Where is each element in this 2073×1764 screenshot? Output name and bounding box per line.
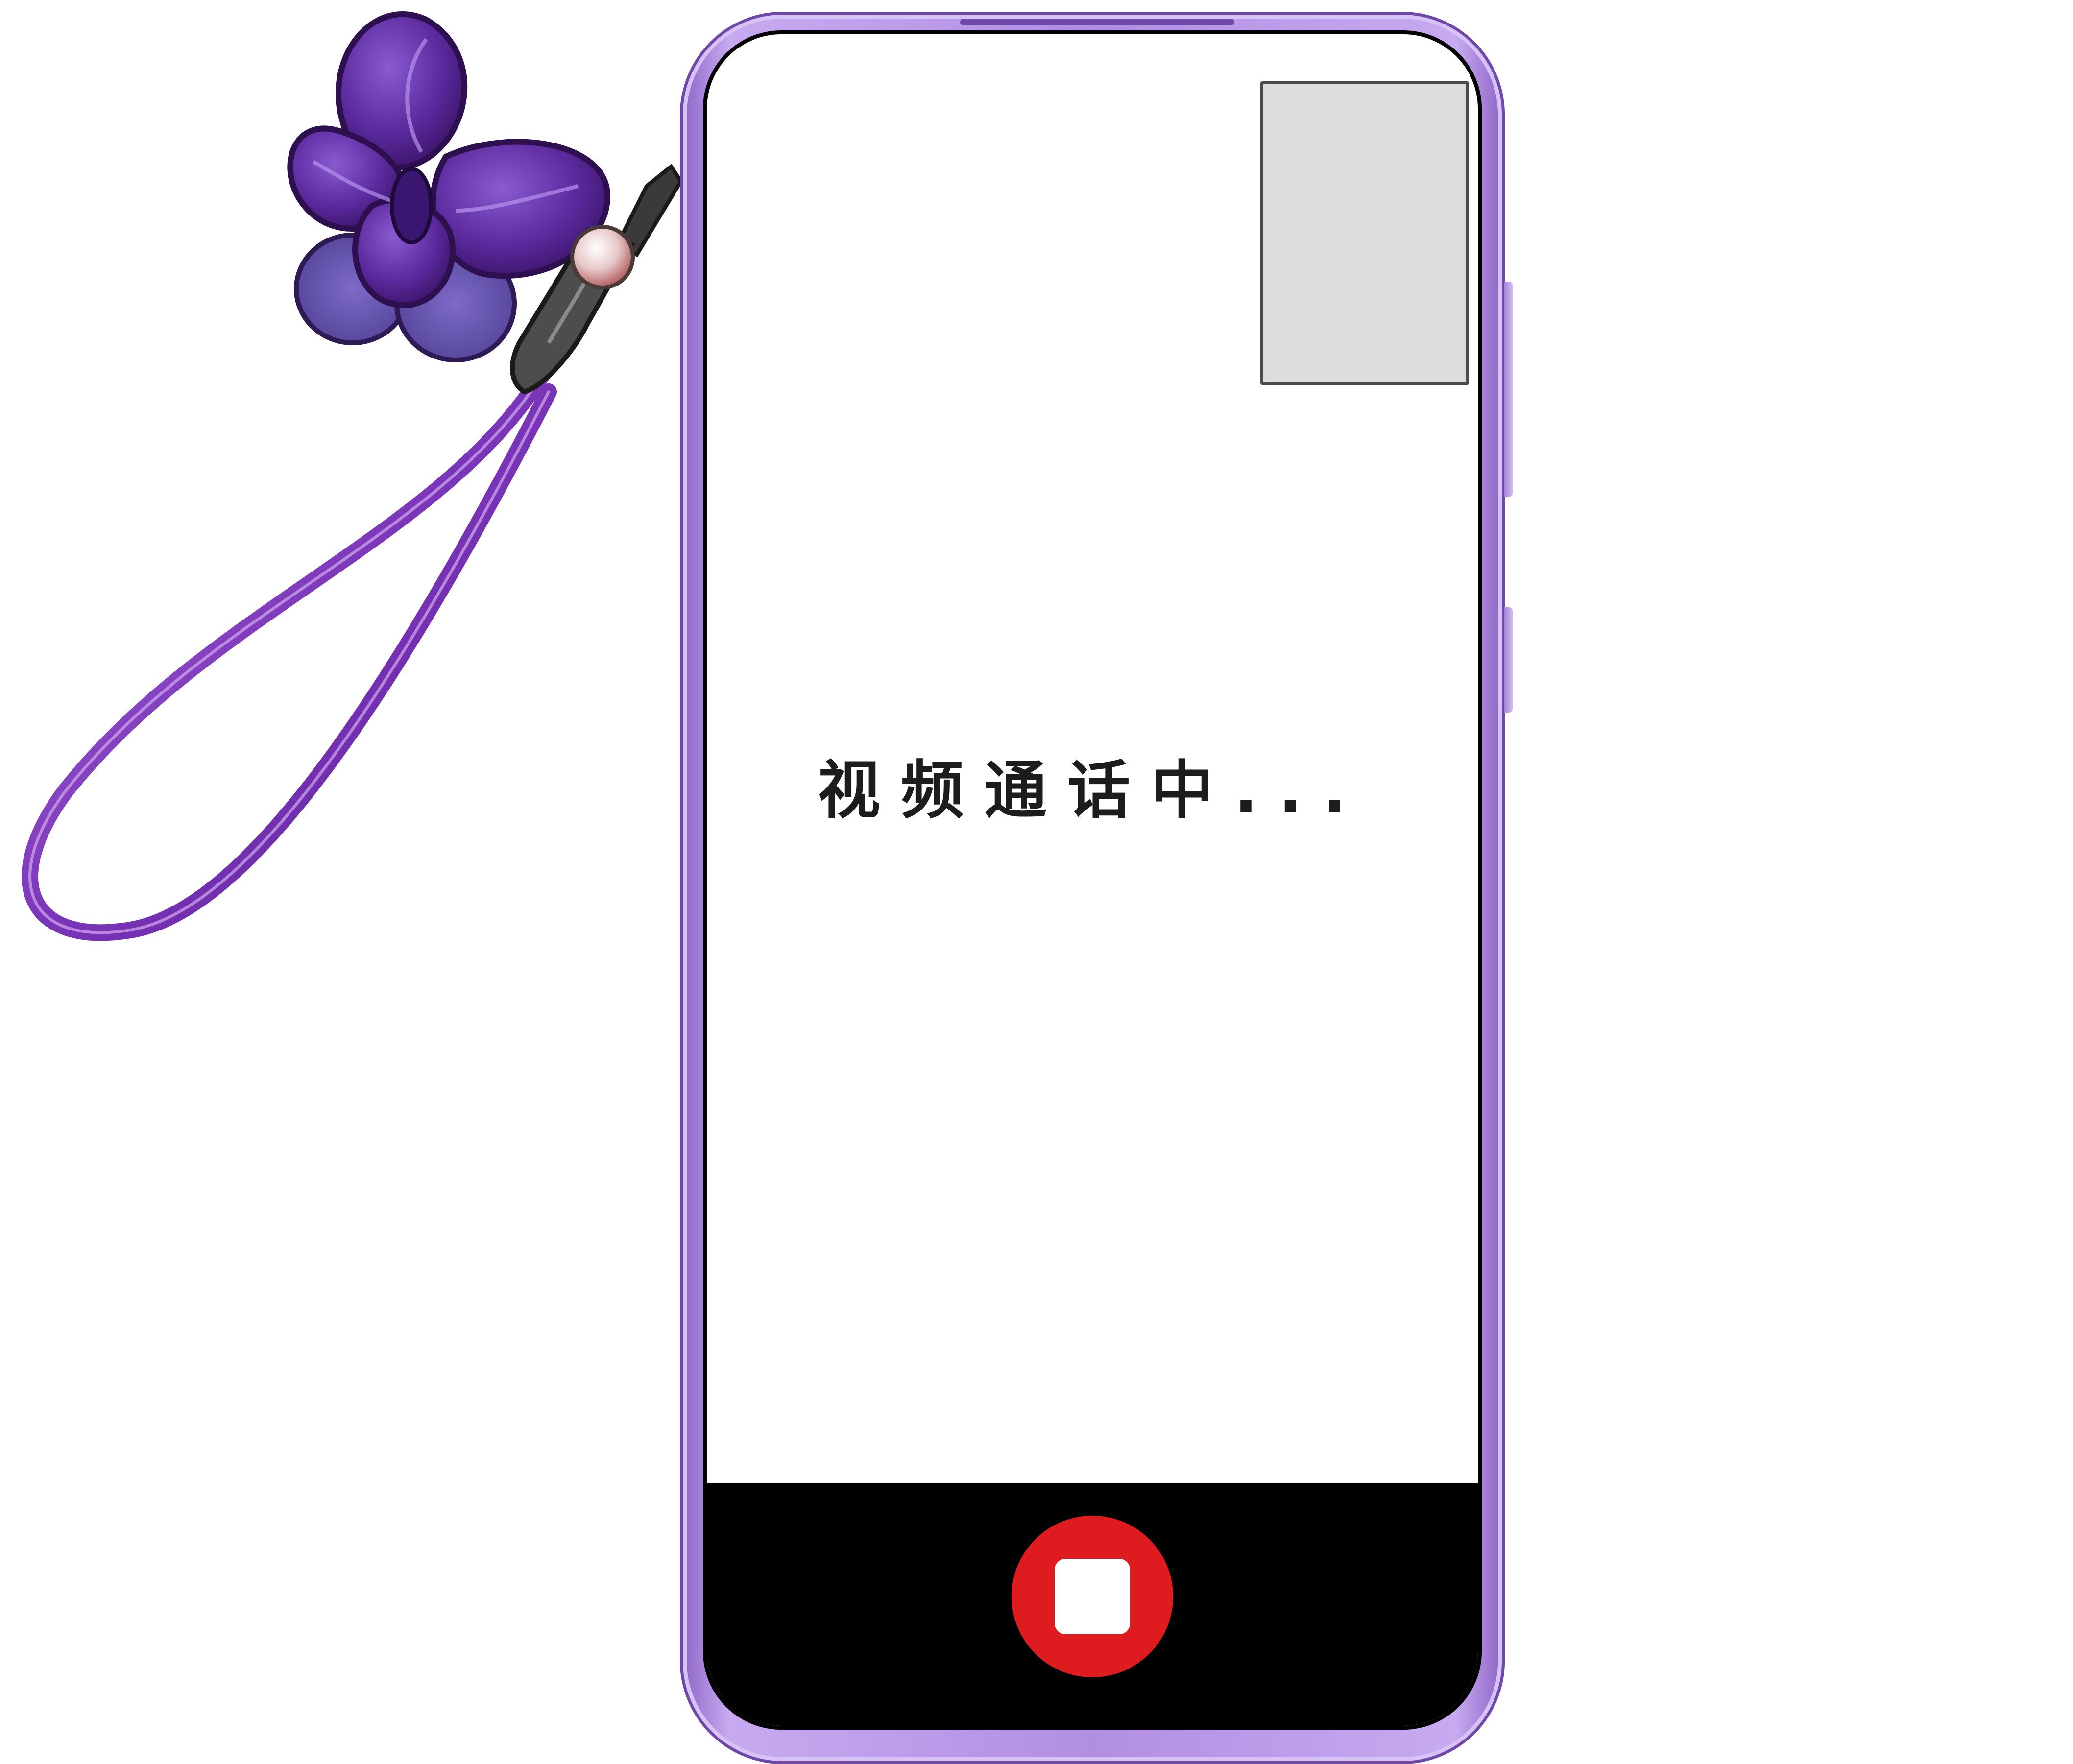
end-call-button[interactable] — [1012, 1516, 1173, 1677]
volume-button — [1504, 282, 1513, 497]
video-call-view: 视频通话中... — [707, 34, 1478, 1726]
lanyard-strap — [22, 364, 557, 941]
power-button — [1504, 607, 1513, 713]
pearl-bead — [570, 225, 635, 289]
earpiece-speaker — [960, 19, 1234, 25]
phone-screen: 视频通话中... — [703, 30, 1482, 1730]
stop-square-icon — [1055, 1559, 1130, 1634]
self-preview-video[interactable] — [1260, 81, 1469, 385]
call-status-label: 视频通话中... — [818, 754, 1367, 827]
butterfly-charm — [22, 11, 683, 941]
call-control-bar — [707, 1483, 1478, 1726]
